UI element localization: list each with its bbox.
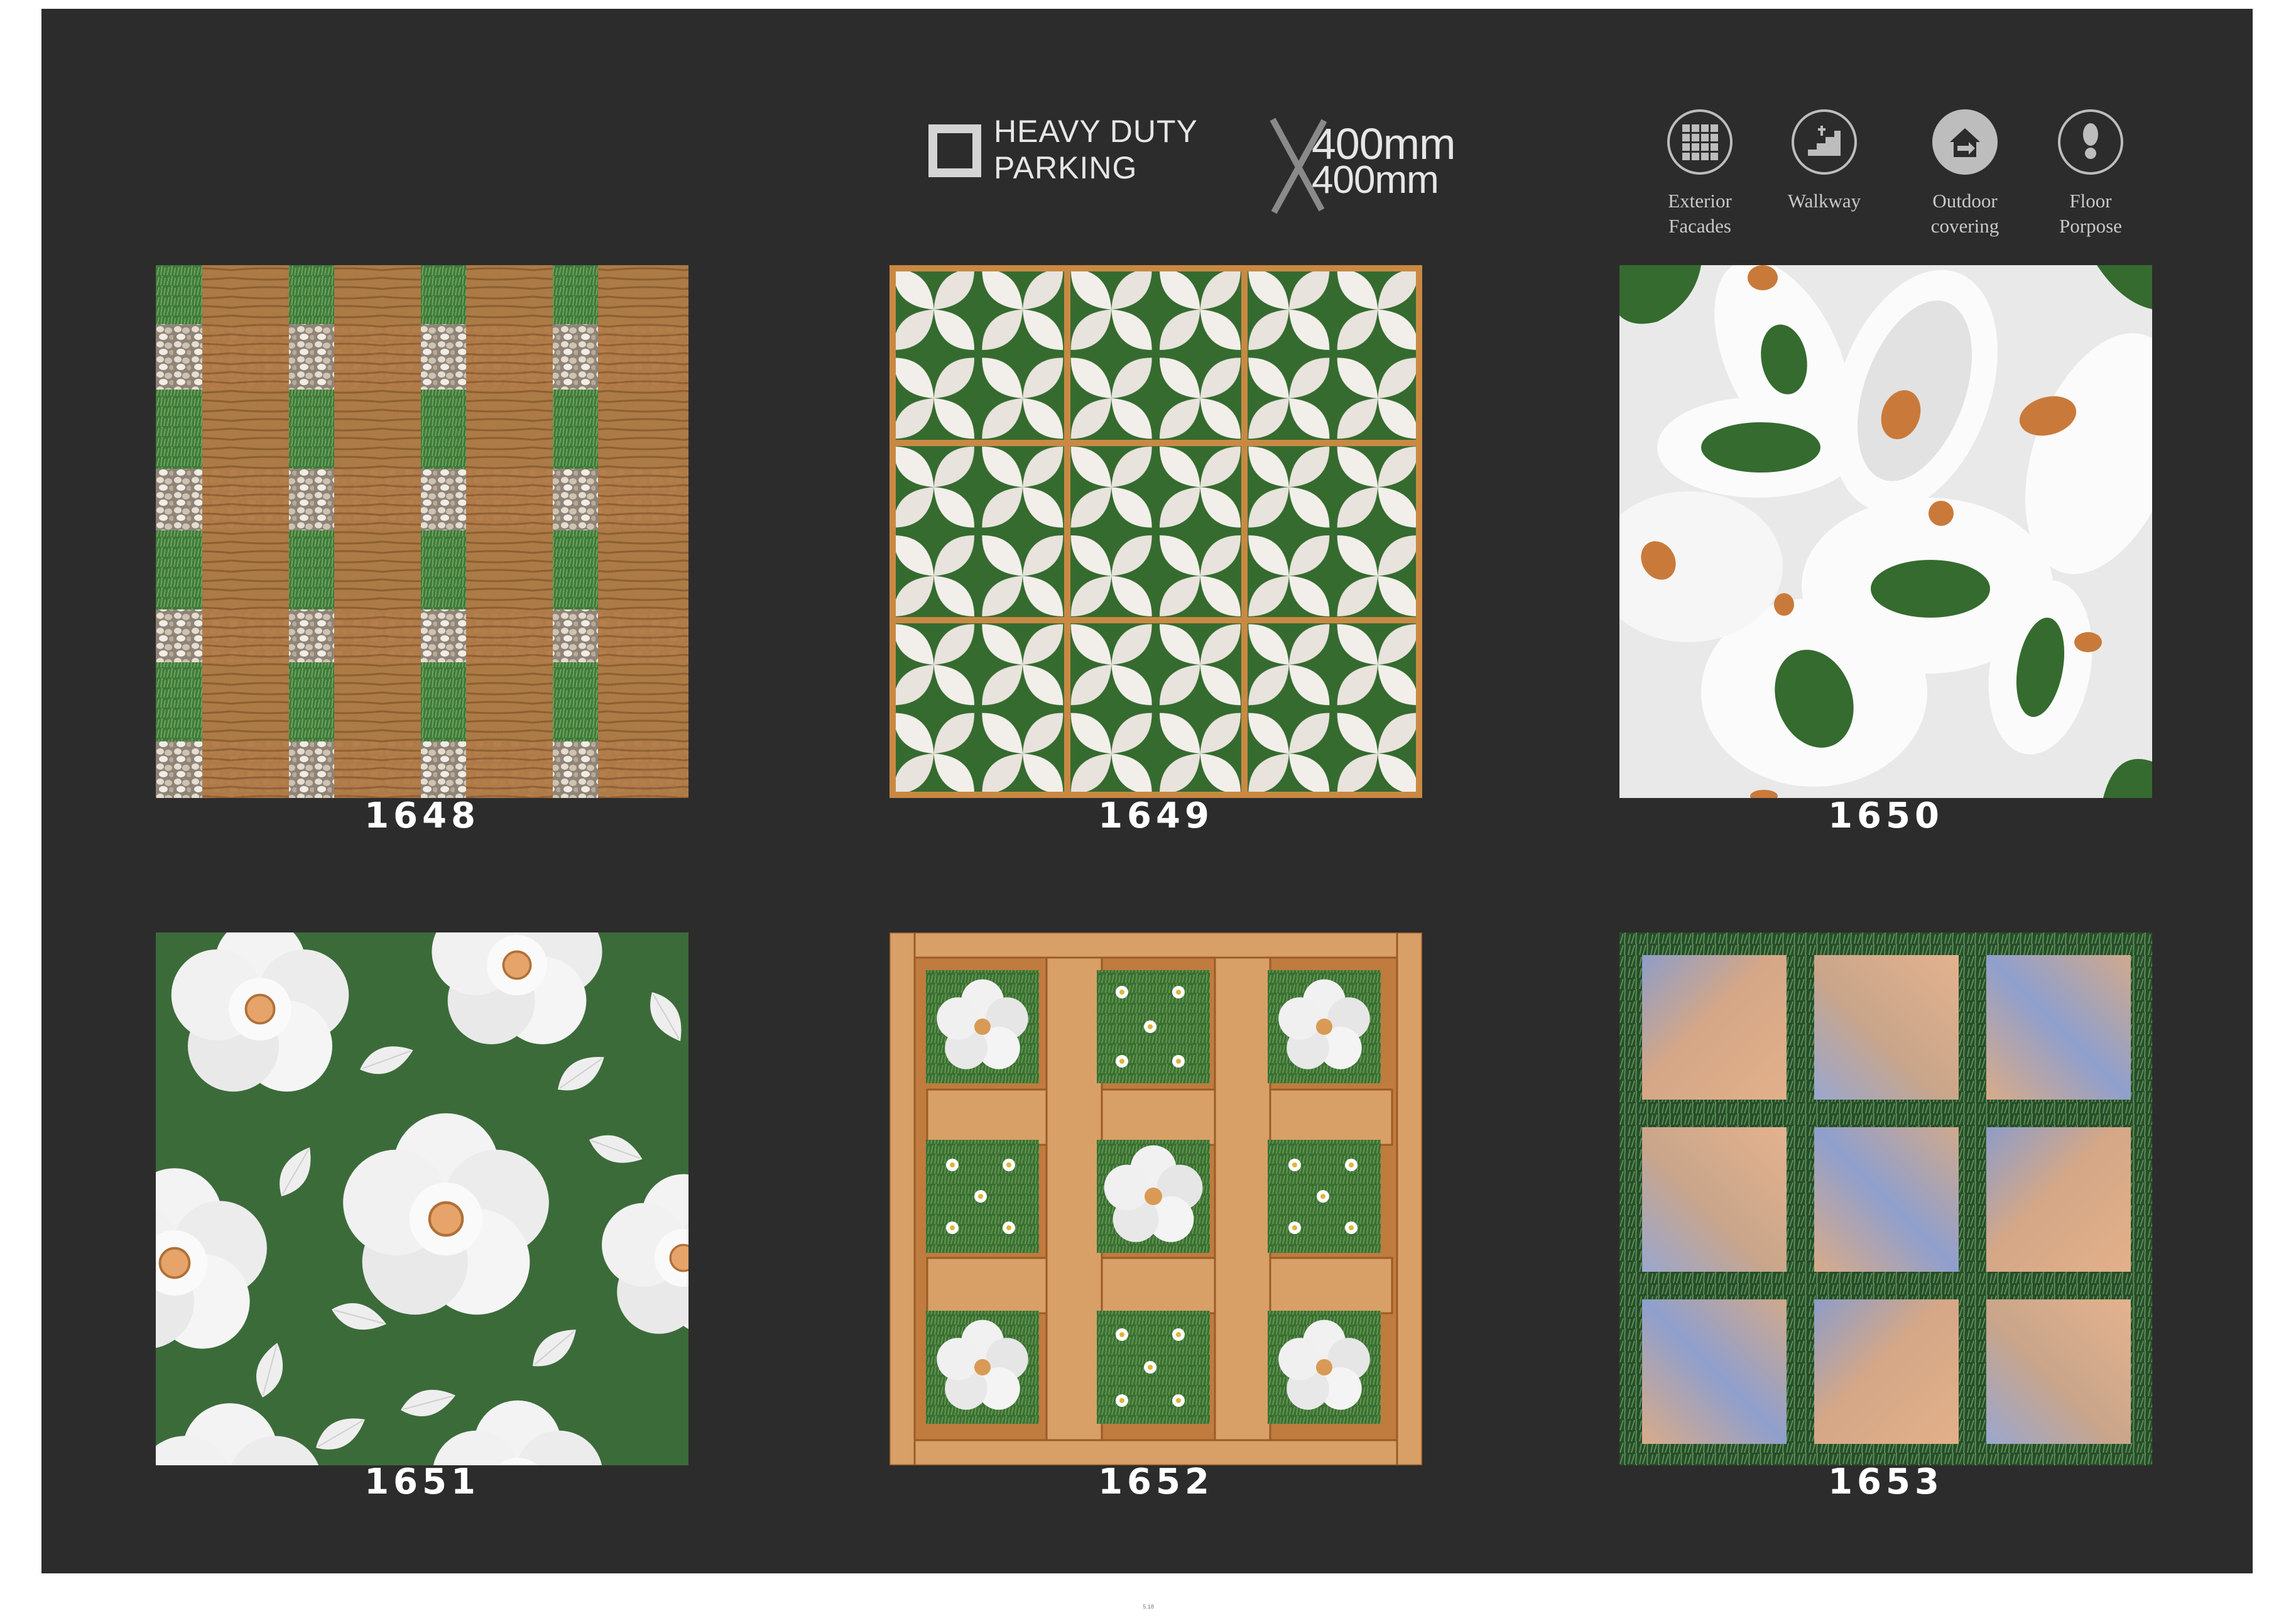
stairs-icon — [1792, 109, 1857, 175]
use-label: Walkway — [1787, 190, 1861, 212]
tile-code: 1652 — [1098, 1462, 1214, 1502]
use-floor-purpose: Floor Porpose — [2015, 109, 2166, 239]
tile-code: 1649 — [1098, 795, 1214, 836]
use-label: Floor Porpose — [2059, 190, 2122, 237]
page-number: 5.18 — [1143, 1604, 1154, 1610]
footprint-icon — [2058, 109, 2123, 175]
tile-code: 1650 — [1828, 795, 1944, 836]
tile-code: 1651 — [364, 1462, 480, 1502]
tile-grid-icon — [1667, 109, 1733, 175]
size-height: 400mm — [1312, 158, 1439, 202]
tile-1653-image — [1619, 932, 2152, 1465]
tile-size: 400mm 400mm — [1266, 116, 1493, 216]
tile-1651-image — [156, 932, 688, 1465]
square-icon — [928, 124, 981, 177]
tile-1650-image — [1619, 265, 2152, 798]
tile-1648-image — [156, 265, 688, 798]
tile-code: 1648 — [364, 795, 480, 836]
house-icon — [1932, 109, 1998, 175]
tile-1649-image — [890, 265, 1422, 798]
use-walkway: Walkway — [1749, 109, 1900, 214]
tile-1652-image — [890, 932, 1422, 1465]
catalog-sheet: HEAVY DUTY PARKING 400mm 400mm Exterior … — [41, 9, 2253, 1573]
rating-label: HEAVY DUTY PARKING — [994, 114, 1198, 185]
tile-code: 1653 — [1828, 1462, 1944, 1502]
